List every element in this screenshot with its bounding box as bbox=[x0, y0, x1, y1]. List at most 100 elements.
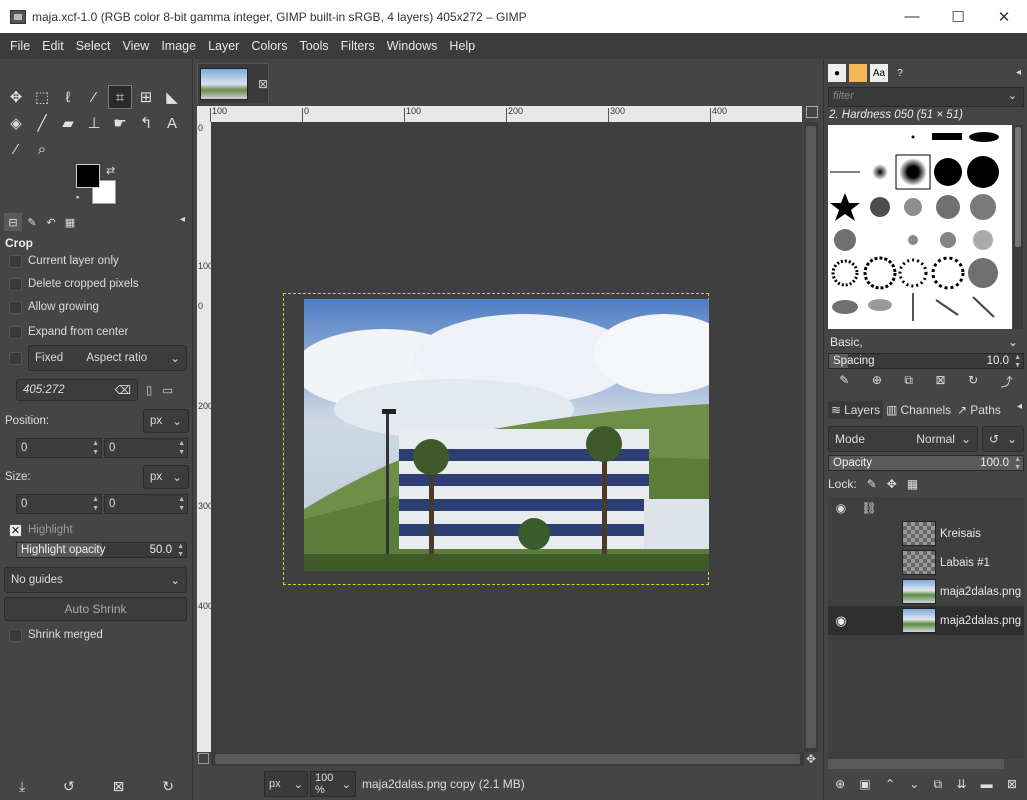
layer-mode-combo[interactable]: Mode Normal ⌄ bbox=[828, 426, 978, 452]
expand-from-center-row[interactable]: Expand from center bbox=[4, 323, 189, 341]
move-tool-icon[interactable]: ✥ bbox=[4, 85, 28, 109]
menu-edit[interactable]: Edit bbox=[36, 39, 70, 53]
menu-view[interactable]: View bbox=[116, 39, 155, 53]
allow-growing-checkbox[interactable] bbox=[9, 300, 22, 314]
restore-options-icon[interactable]: ↺ bbox=[63, 778, 75, 795]
horizontal-ruler[interactable]: 100 0 100 200 300 400 bbox=[210, 106, 802, 122]
current-layer-only-checkbox[interactable] bbox=[9, 254, 22, 268]
patterns-tab-icon[interactable] bbox=[849, 64, 867, 82]
menu-help[interactable]: Help bbox=[443, 39, 481, 53]
close-tab-icon[interactable]: ⊠ bbox=[258, 77, 268, 91]
spin-arrows-icon[interactable]: ▲ ▼ bbox=[178, 495, 185, 513]
menu-filters[interactable]: Filters bbox=[335, 39, 381, 53]
free-select-tool-icon[interactable]: ℓ bbox=[56, 85, 80, 109]
reset-colors-icon[interactable]: ▪ bbox=[76, 192, 79, 202]
fixed-mode-combo[interactable]: Fixed Aspect ratio ⌄ bbox=[28, 345, 187, 371]
delete-layer-icon[interactable]: ⊠ bbox=[1007, 777, 1017, 795]
menu-select[interactable]: Select bbox=[70, 39, 117, 53]
layers-hscrollbar[interactable] bbox=[828, 759, 1004, 769]
layer-row[interactable]: Labais #1 bbox=[828, 548, 1024, 577]
layer-name[interactable]: Labais #1 bbox=[940, 557, 990, 569]
vertical-ruler[interactable]: 0 100 0 200 300 400 bbox=[197, 122, 211, 752]
close-button[interactable]: ✕ bbox=[981, 0, 1027, 33]
open-as-image-icon[interactable]: ⤴ bbox=[1001, 373, 1013, 391]
size-h-input[interactable]: 0 ▲ ▼ bbox=[104, 494, 188, 514]
portrait-icon[interactable]: ▯ bbox=[146, 383, 152, 397]
shrink-merged-row[interactable]: Shrink merged bbox=[4, 626, 189, 644]
menu-layer[interactable]: Layer bbox=[202, 39, 245, 53]
menu-image[interactable]: Image bbox=[155, 39, 202, 53]
save-options-icon[interactable]: ⤓ bbox=[19, 778, 25, 795]
landscape-icon[interactable]: ▭ bbox=[162, 383, 173, 397]
crop-tool-icon[interactable]: ⌗ bbox=[108, 85, 132, 109]
brush-filter-input[interactable]: filter ⌄ bbox=[828, 87, 1024, 107]
rect-select-tool-icon[interactable]: ⬚ bbox=[30, 85, 54, 109]
smudge-tool-icon[interactable]: ☛ bbox=[108, 111, 132, 135]
spacing-slider[interactable]: Spacing 10.0 ▲ ▼ bbox=[828, 353, 1024, 369]
minimize-button[interactable]: — bbox=[889, 0, 935, 33]
guides-combo[interactable]: No guides ⌄ bbox=[4, 567, 187, 593]
edit-brush-icon[interactable]: ✎ bbox=[839, 373, 849, 391]
unit-combo[interactable]: px ⌄ bbox=[264, 771, 308, 797]
lower-layer-icon[interactable]: ⌄ bbox=[909, 777, 919, 795]
highlight-row[interactable]: ✕ Highlight bbox=[4, 521, 189, 539]
brush-grid[interactable] bbox=[828, 125, 1012, 329]
navigate-icon[interactable]: ✥ bbox=[806, 752, 816, 766]
tool-options-tab-icon[interactable]: ⊟ bbox=[4, 213, 22, 231]
dock-menu-icon[interactable]: ◂ bbox=[1017, 401, 1022, 419]
merge-layer-icon[interactable]: ⇊ bbox=[956, 777, 966, 795]
layer-row[interactable]: maja2dalas.png bbox=[828, 577, 1024, 606]
highlight-checkbox[interactable]: ✕ bbox=[9, 523, 22, 537]
menu-file[interactable]: File bbox=[4, 39, 36, 53]
reset-options-icon[interactable]: ↻ bbox=[162, 778, 174, 795]
layer-name[interactable]: maja2dalas.png bbox=[940, 586, 1021, 598]
spin-arrows-icon[interactable]: ▲ ▼ bbox=[92, 495, 99, 513]
spin-arrows-icon[interactable]: ▲ ▼ bbox=[92, 439, 99, 457]
menu-windows[interactable]: Windows bbox=[381, 39, 444, 53]
image-canvas[interactable] bbox=[211, 122, 802, 752]
delete-cropped-row[interactable]: Delete cropped pixels bbox=[4, 275, 189, 293]
aspect-input[interactable]: 405:272 ⌫ bbox=[16, 379, 138, 401]
dock-menu-icon[interactable]: ◂ bbox=[180, 214, 185, 225]
allow-growing-row[interactable]: Allow growing bbox=[4, 298, 189, 316]
zoom-combo[interactable]: 100 % ⌄ bbox=[310, 771, 356, 797]
size-w-input[interactable]: 0 ▲ ▼ bbox=[16, 494, 102, 514]
lock-position-icon[interactable]: ✥ bbox=[887, 477, 897, 491]
menu-colors[interactable]: Colors bbox=[245, 39, 293, 53]
eye-column-icon[interactable]: ◉ bbox=[828, 501, 854, 515]
auto-shrink-button[interactable]: Auto Shrink bbox=[4, 597, 187, 621]
spin-arrows-icon[interactable]: ▲ ▼ bbox=[1014, 354, 1021, 370]
fonts-tab-icon[interactable]: Aa bbox=[870, 64, 888, 82]
ruler-corner[interactable] bbox=[197, 106, 211, 122]
zoom-fit-icon[interactable] bbox=[806, 106, 818, 118]
expand-from-center-checkbox[interactable] bbox=[9, 325, 22, 339]
bucket-fill-tool-icon[interactable]: ◈ bbox=[4, 111, 28, 135]
swap-colors-icon[interactable]: ⇄ bbox=[106, 164, 115, 177]
delete-brush-icon[interactable]: ⊠ bbox=[936, 373, 946, 391]
clear-icon[interactable]: ⌫ bbox=[115, 383, 131, 397]
raise-layer-icon[interactable]: ⌃ bbox=[885, 777, 895, 795]
layer-name[interactable]: Kreisais bbox=[940, 528, 981, 540]
maximize-button[interactable]: ☐ bbox=[935, 0, 981, 33]
brush-preset-combo[interactable]: Basic, ⌄ bbox=[828, 332, 1024, 352]
quick-mask-toggle-icon[interactable] bbox=[198, 753, 209, 764]
delete-cropped-checkbox[interactable] bbox=[9, 277, 22, 291]
eraser-tool-icon[interactable]: ▰ bbox=[56, 111, 80, 135]
warp-tool-icon[interactable]: ◣ bbox=[160, 85, 184, 109]
vertical-scrollbar[interactable] bbox=[804, 122, 818, 752]
foreground-color-swatch[interactable] bbox=[76, 164, 100, 188]
tab-layers[interactable]: ≋ Layers bbox=[828, 401, 884, 419]
horizontal-scrollbar[interactable] bbox=[211, 752, 804, 766]
layer-name[interactable]: maja2dalas.png bbox=[940, 615, 1021, 627]
delete-options-icon[interactable]: ⊠ bbox=[113, 778, 125, 795]
eye-icon[interactable]: ◉ bbox=[828, 613, 854, 629]
device-status-tab-icon[interactable]: ✎ bbox=[23, 213, 41, 231]
fuzzy-select-tool-icon[interactable]: ⁄ bbox=[82, 85, 106, 109]
paths-tool-icon[interactable]: ↰ bbox=[134, 111, 158, 135]
lock-alpha-icon[interactable]: ▦ bbox=[907, 477, 918, 491]
vertical-scroll-thumb[interactable] bbox=[806, 126, 816, 748]
position-unit-combo[interactable]: px ⌄ bbox=[143, 409, 189, 433]
undo-history-tab-icon[interactable]: ↶ bbox=[42, 213, 60, 231]
spin-arrows-icon[interactable]: ▲ ▼ bbox=[178, 439, 185, 457]
brush-grid-scrollbar[interactable] bbox=[1013, 125, 1023, 329]
